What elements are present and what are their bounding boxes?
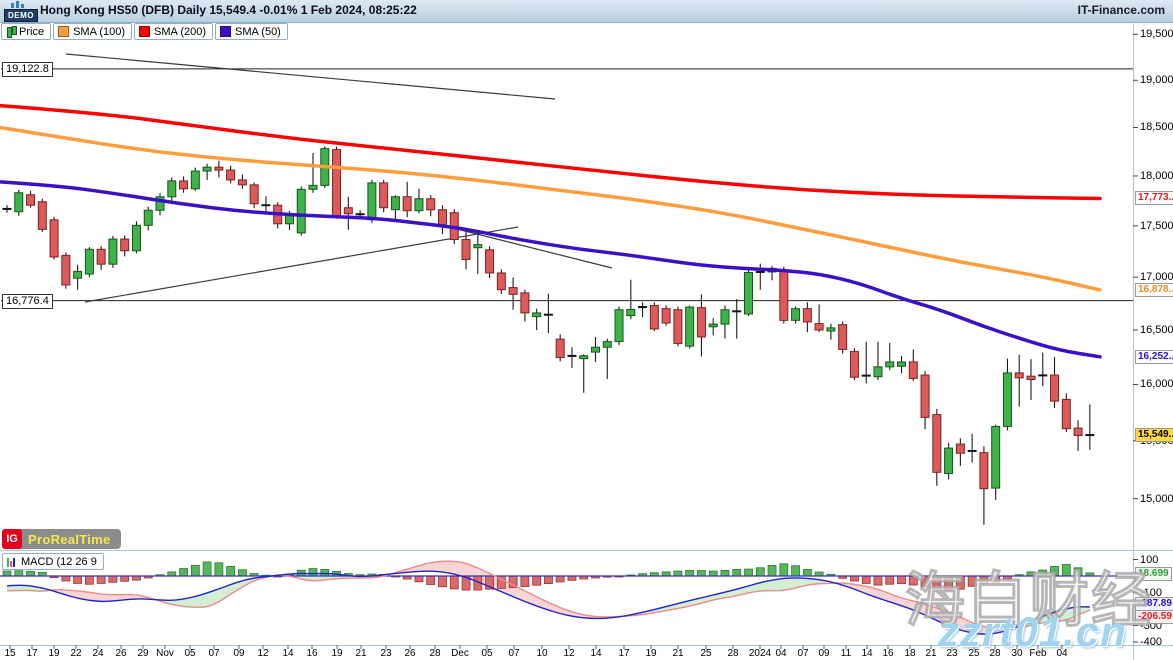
legend-item-label: SMA (100): [73, 26, 125, 38]
price-axis-tick-label: 17,000: [1140, 271, 1173, 283]
date-axis-label: 26: [404, 648, 415, 659]
date-axis-label: 23: [380, 648, 391, 659]
date-axis-label: 19: [48, 648, 59, 659]
date-axis-label: 17: [618, 648, 629, 659]
macd-panel[interactable]: [0, 561, 1133, 634]
date-axis-label: 16: [882, 648, 893, 659]
price-axis-badge: 15,549..: [1135, 428, 1173, 442]
legend-item-sma-200[interactable]: SMA (200): [134, 23, 213, 40]
date-axis-label: 15: [4, 648, 15, 659]
legend-item-label: SMA (200): [154, 26, 206, 38]
macd-label-text: MACD (12 26 9: [21, 556, 97, 568]
date-axis-label: 14: [590, 648, 601, 659]
date-axis-label: 14: [282, 648, 293, 659]
date-axis-label: 12: [563, 648, 574, 659]
date-axis-label: 14: [861, 648, 872, 659]
price-axis-tick-label: 19,000: [1140, 74, 1173, 86]
sma-color-swatch: [139, 26, 150, 37]
date-axis-label: 24: [92, 648, 103, 659]
date-axis-label: 11: [841, 648, 851, 659]
date-axis-label: Nov: [156, 648, 174, 659]
price-axis-badge: 16,252..: [1135, 350, 1173, 364]
sma-color-swatch: [58, 26, 69, 37]
sma-color-swatch: [220, 26, 231, 37]
price-axis-tick-label: 17,500: [1140, 220, 1173, 232]
macd-indicator-label[interactable]: MACD (12 26 9: [2, 553, 104, 570]
prorealtime-wordmark: ProRealTime: [28, 532, 111, 547]
macd-axis-badge: 18.699: [1135, 567, 1172, 581]
date-axis-label: 16: [306, 648, 317, 659]
date-axis-label: 23: [946, 648, 957, 659]
macd-axis-badge: -187.89: [1135, 597, 1173, 611]
legend-item-price[interactable]: Price: [1, 23, 51, 40]
legend-bar: Price SMA (100) SMA (200) SMA (50): [1, 23, 288, 40]
date-axis-label: 26: [115, 648, 126, 659]
macd-axis-badge: -206.59: [1135, 610, 1173, 624]
price-axis-tick-label: 18,000: [1140, 170, 1173, 182]
chart-canvas[interactable]: [0, 0, 1173, 660]
trendline[interactable]: [66, 54, 555, 99]
date-axis-label: 25: [968, 648, 979, 659]
sma50-line[interactable]: [0, 182, 1100, 357]
macd-axis-tick-label: -400: [1140, 636, 1162, 648]
sma100-line[interactable]: [0, 127, 1100, 289]
date-axis-label: Feb: [1029, 648, 1046, 659]
price-level-label[interactable]: 16,776.4: [2, 294, 53, 309]
price-axis-tick-label: 16,500: [1140, 324, 1173, 336]
macd-signal-line: [7, 561, 1090, 627]
date-axis-label: 28: [429, 648, 440, 659]
date-axis-label: 28: [989, 648, 1000, 659]
date-axis-label: 07: [208, 648, 219, 659]
legend-item-sma-50[interactable]: SMA (50): [215, 23, 288, 40]
legend-item-label: SMA (50): [235, 26, 281, 38]
date-axis-label: Dec: [451, 648, 469, 659]
price-level-label[interactable]: 19,122.8: [2, 62, 53, 77]
date-axis-label: 04: [775, 648, 786, 659]
price-axis-tick-label: 15,000: [1140, 493, 1173, 505]
plot-layer: [0, 54, 1133, 634]
price-candle-icon: [6, 26, 15, 37]
date-axis-label: 12: [257, 648, 268, 659]
date-axis-label: 17: [26, 648, 37, 659]
date-axis-label: 04: [1056, 648, 1067, 659]
prorealtime-logo[interactable]: IG ProRealTime: [2, 529, 121, 549]
date-axis-label: 19: [645, 648, 656, 659]
date-axis-label: 05: [184, 648, 195, 659]
date-axis-label: 21: [672, 648, 683, 659]
date-axis-label: 09: [818, 648, 829, 659]
price-axis-badge: 16,878..: [1135, 283, 1173, 297]
price-axis-badge: 17,773..: [1135, 191, 1173, 205]
price-axis-tick-label: 19,500: [1140, 28, 1173, 40]
macd-icon: [7, 557, 17, 567]
date-axis-label: 19: [331, 648, 342, 659]
legend-item-label: Price: [19, 26, 44, 38]
date-axis-label: 05: [481, 648, 492, 659]
legend-item-sma-100[interactable]: SMA (100): [53, 23, 132, 40]
date-axis-label: 22: [70, 648, 81, 659]
date-axis-label: 18: [904, 648, 915, 659]
date-axis-label: 30: [1011, 648, 1022, 659]
date-axis-label: 10: [536, 648, 547, 659]
price-axis-tick-label: 16,000: [1140, 378, 1173, 390]
date-axis-label: 21: [355, 648, 366, 659]
macd-axis-tick-label: 100: [1140, 554, 1158, 566]
date-axis-label: 07: [508, 648, 519, 659]
date-axis-label: 07: [797, 648, 808, 659]
date-axis-label: 09: [233, 648, 244, 659]
ig-logo: IG: [2, 529, 22, 549]
price-axis-tick-label: 18,500: [1140, 121, 1173, 133]
date-axis-label: 21: [925, 648, 936, 659]
date-axis-label: 25: [700, 648, 711, 659]
trading-platform-window: DEMO Hong Kong HS50 (DFB) Daily 15,549.4…: [0, 0, 1173, 660]
date-axis-label: 29: [137, 648, 148, 659]
date-axis-label: 2024: [749, 648, 771, 659]
date-axis-label: 28: [727, 648, 738, 659]
